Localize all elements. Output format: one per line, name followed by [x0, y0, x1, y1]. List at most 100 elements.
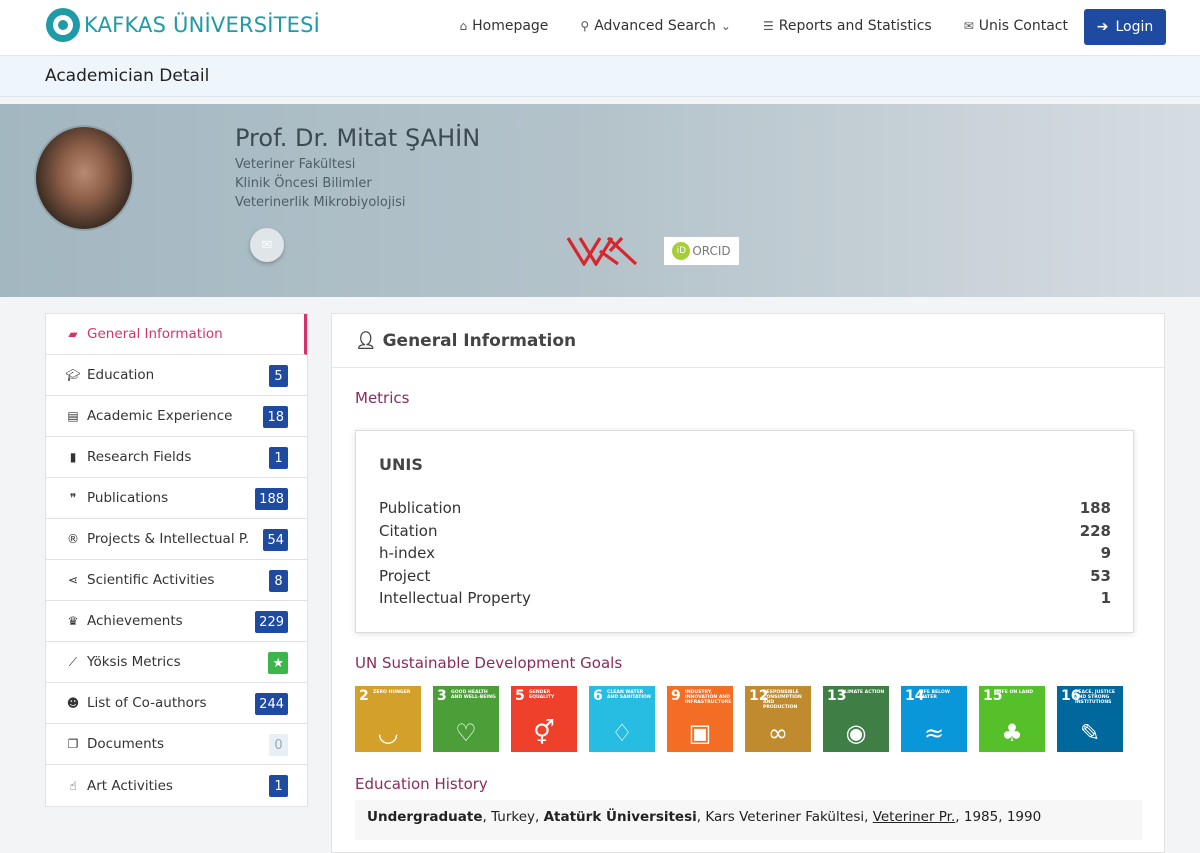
- sidebar-item-general-information[interactable]: ▰ General Information: [46, 314, 307, 355]
- panel-title: General Information: [382, 330, 577, 351]
- hand-pointer-icon: ☝: [69, 778, 77, 793]
- sdg-tile-15[interactable]: 15 LIFE ON LAND ♣: [979, 686, 1045, 752]
- sidebar-item-label: Art Activities: [87, 777, 173, 794]
- count-badge: 244: [255, 693, 288, 715]
- metric-label: Intellectual Property: [379, 589, 531, 607]
- sidebar-item-projects[interactable]: ® Projects & Intellectual P. 54: [46, 519, 307, 560]
- sdg-tile-2[interactable]: 2 ZERO HUNGER ◡: [355, 686, 421, 752]
- metric-row: Project 53: [379, 567, 1111, 585]
- sidebar-item-scientific-activities[interactable]: ⋖ Scientific Activities 8: [46, 560, 307, 601]
- sdg-goal-icon: ≈: [923, 719, 945, 747]
- sdg-goal-icon: ♢: [611, 719, 633, 747]
- sdg-goal-icon: ♣: [1001, 719, 1023, 747]
- sdg-tile-16[interactable]: 16 PEACE, JUSTICE AND STRONG INSTITUTIONS…: [1057, 686, 1123, 752]
- sdg-tile-6[interactable]: 6 CLEAN WATER AND SANITATION ♢: [589, 686, 655, 752]
- university-logo-icon: [46, 8, 80, 42]
- sdg-goal-icon: ⚥: [533, 719, 555, 747]
- education-line: Undergraduate, Turkey, Atatürk Üniversit…: [367, 809, 1041, 825]
- envelope-icon: ✉: [963, 19, 974, 33]
- sdg-goal-icon: ◉: [845, 719, 867, 747]
- orcid-icon: iD: [672, 242, 691, 260]
- star-badge: ★: [268, 652, 288, 674]
- profile-name: Prof. Dr. Mitat ŞAHİN: [235, 124, 481, 152]
- sdg-tile-12[interactable]: 12 RESPONSIBLE CONSUMPTION AND PRODUCTION…: [745, 686, 811, 752]
- metric-row: Intellectual Property 1: [379, 589, 1111, 607]
- user-icon: 👤︎: [355, 330, 377, 351]
- nav-advanced-search-label: Advanced Search: [594, 18, 716, 34]
- sidebar-item-academic-experience[interactable]: ▤ Academic Experience 18: [46, 396, 307, 437]
- nav-links: ⌂ Homepage ⚲ Advanced Search ⌄ ☰ Reports…: [459, 0, 1068, 52]
- sdg-tile-5[interactable]: 5 GENDER EQUALITY ⚥: [511, 686, 577, 752]
- metrics-card: UNIS Publication 188 Citation 228 h-inde…: [355, 430, 1134, 633]
- sdg-goal-icon: ∞: [768, 719, 788, 747]
- nav-reports[interactable]: ☰ Reports and Statistics: [763, 18, 932, 34]
- page-title-bar: Academician Detail: [0, 56, 1200, 97]
- sidebar-item-education[interactable]: 🎓︎ Education 5: [46, 355, 307, 396]
- search-icon: ⚲: [580, 19, 590, 33]
- metric-row: Publication 188: [379, 499, 1111, 517]
- email-button[interactable]: ✉: [250, 228, 284, 262]
- metric-value: 53: [1090, 567, 1111, 585]
- sidebar-menu: ▰ General Information 🎓︎ Education 5 ▤ A…: [45, 313, 308, 807]
- line-chart-icon: ⟋: [68, 654, 78, 669]
- sign-in-icon: ➔: [1096, 19, 1109, 35]
- profile-department: Klinik Öncesi Bilimler: [235, 176, 372, 191]
- count-badge: 188: [255, 488, 288, 510]
- education-country: , Turkey,: [482, 809, 544, 825]
- metric-label: Publication: [379, 499, 462, 517]
- sdg-title: LIFE BELOW WATER: [919, 690, 950, 701]
- sdg-tiles: 2 ZERO HUNGER ◡ 3 GOOD HEALTH AND WELL-BEING…: [355, 686, 1123, 752]
- sidebar-item-research-fields[interactable]: ▮ Research Fields 1: [46, 437, 307, 478]
- graduation-cap-icon: 🎓︎: [65, 368, 81, 382]
- home-icon: ⌂: [459, 19, 468, 33]
- brand[interactable]: KAFKAS ÜNİVERSİTESİ: [46, 8, 320, 42]
- sdg-title: CLIMATE ACTION: [841, 690, 885, 695]
- sidebar-item-co-authors[interactable]: ☻ List of Co-authors 244: [46, 683, 307, 724]
- sidebar-item-label: Education: [87, 367, 155, 383]
- sidebar-item-label: Publications: [87, 490, 169, 506]
- sdg-title: CLEAN WATER AND SANITATION: [607, 690, 651, 701]
- profile-faculty: Veteriner Fakültesi: [235, 157, 356, 172]
- count-badge: 18: [263, 406, 288, 428]
- login-button[interactable]: ➔ Login: [1084, 9, 1166, 45]
- sidebar-item-achievements[interactable]: ♛ Achievements 229: [46, 601, 307, 642]
- metric-label: Project: [379, 567, 431, 585]
- sdg-goal-icon: ▣: [688, 719, 712, 747]
- education-entry: Undergraduate, Turkey, Atatürk Üniversit…: [355, 800, 1142, 840]
- sidebar-item-label: General Information: [87, 326, 223, 342]
- login-label: Login: [1115, 19, 1154, 35]
- nav-advanced-search[interactable]: ⚲ Advanced Search ⌄: [580, 18, 731, 34]
- sdg-tile-13[interactable]: 13 CLIMATE ACTION ◉: [823, 686, 889, 752]
- sidebar-item-label: Projects & Intellectual P.: [87, 531, 250, 547]
- nav-contact[interactable]: ✉ Unis Contact: [964, 18, 1068, 34]
- education-program-link[interactable]: Veteriner Pr.: [873, 809, 956, 825]
- sdg-title: GOOD HEALTH AND WELL-BEING: [451, 690, 496, 701]
- nav-reports-label: Reports and Statistics: [778, 18, 932, 34]
- sdg-tile-9[interactable]: 9 INDUSTRY, INNOVATION AND INFRASTRUCTURE…: [667, 686, 733, 752]
- sdg-number: 6: [593, 688, 603, 704]
- yok-logo-icon[interactable]: [566, 236, 638, 266]
- metric-row: h-index 9: [379, 544, 1111, 562]
- sdg-number: 2: [359, 688, 369, 704]
- newspaper-icon: ▤: [67, 409, 79, 423]
- metric-value: 228: [1079, 522, 1111, 540]
- nav-homepage[interactable]: ⌂ Homepage: [459, 18, 548, 34]
- sidebar-item-publications[interactable]: ❞ Publications 188: [46, 478, 307, 519]
- orcid-link[interactable]: iD ORCID: [664, 237, 739, 265]
- sdg-title: LIFE ON LAND: [997, 690, 1034, 695]
- sdg-number: 9: [671, 688, 681, 704]
- metrics-heading: Metrics: [355, 389, 410, 407]
- sidebar-item-yoksis-metrics[interactable]: ⟋ Yöksis Metrics ★: [46, 642, 307, 683]
- sidebar-item-label: Documents: [87, 736, 164, 752]
- sdg-title: PEACE, JUSTICE AND STRONG INSTITUTIONS: [1075, 690, 1116, 706]
- chevron-down-icon: ⌄: [720, 19, 731, 33]
- panel-header: 👤︎ General Information: [332, 314, 1164, 368]
- sdg-tile-3[interactable]: 3 GOOD HEALTH AND WELL-BEING ♡: [433, 686, 499, 752]
- bookmark-icon: ▮: [69, 450, 77, 464]
- envelope-icon: ✉: [261, 237, 273, 253]
- sdg-tile-14[interactable]: 14 LIFE BELOW WATER ≈: [901, 686, 967, 752]
- quote-icon: ❞: [69, 491, 77, 505]
- sidebar-item-documents[interactable]: ❐ Documents 0: [46, 724, 307, 765]
- sidebar-item-art-activities[interactable]: ☝ Art Activities 1: [46, 765, 307, 806]
- metric-value: 1: [1100, 589, 1111, 607]
